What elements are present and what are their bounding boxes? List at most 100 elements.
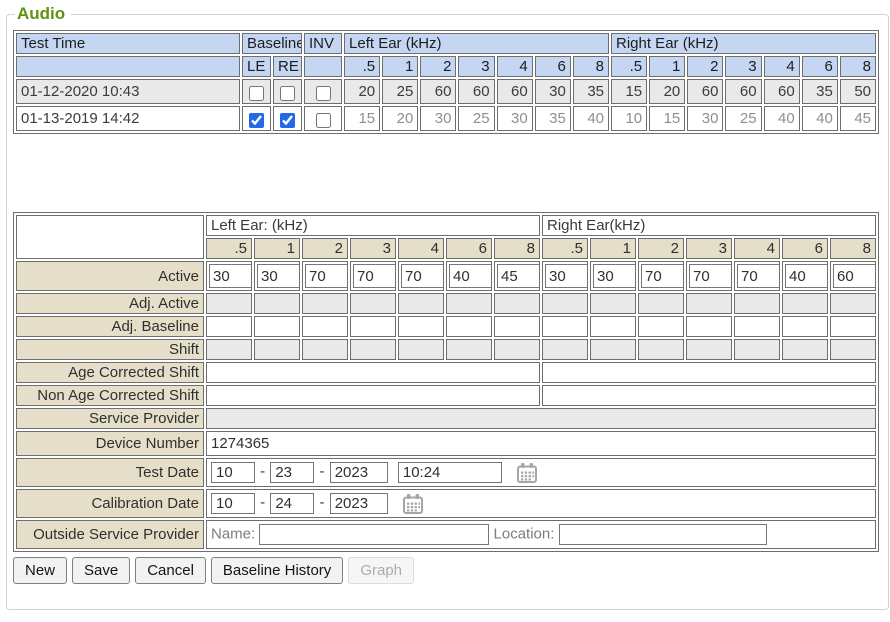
service-provider-label: Service Provider bbox=[16, 408, 204, 429]
col-test-time: Test Time bbox=[16, 33, 240, 54]
threshold-value-cell: 15 bbox=[344, 106, 380, 131]
active-threshold-input[interactable] bbox=[737, 264, 780, 288]
le-baseline-checkbox[interactable] bbox=[249, 113, 264, 128]
adj-baseline-cell bbox=[638, 316, 684, 337]
adj-active-cell bbox=[254, 293, 300, 314]
baseline-history-button[interactable]: Baseline History bbox=[211, 557, 343, 584]
col-le: LE bbox=[242, 56, 271, 77]
active-threshold-input[interactable] bbox=[401, 264, 444, 288]
adj-baseline-cell bbox=[302, 316, 348, 337]
audio-section: Audio Test Time Baseline INV Left Ear (k… bbox=[6, 4, 889, 610]
re-baseline-checkbox[interactable] bbox=[280, 113, 295, 128]
threshold-value-cell: 35 bbox=[535, 106, 571, 131]
active-threshold-input[interactable] bbox=[545, 264, 588, 288]
test-date-year-input[interactable] bbox=[330, 462, 388, 483]
re-baseline-checkbox[interactable] bbox=[280, 86, 295, 101]
calibration-date-day-input[interactable] bbox=[270, 493, 314, 514]
test-history-row[interactable]: 01-12-2020 10:43202560606030351520606060… bbox=[16, 79, 876, 104]
threshold-value-cell: 25 bbox=[458, 106, 494, 131]
calendar-icon[interactable] bbox=[402, 493, 424, 515]
adj-active-cell bbox=[590, 293, 636, 314]
calibration-date-cell: - - bbox=[206, 489, 876, 518]
frequency-header: 4 bbox=[497, 56, 533, 77]
frequency-header: 1 bbox=[382, 56, 418, 77]
inv-checkbox[interactable] bbox=[316, 86, 331, 101]
active-threshold-input[interactable] bbox=[785, 264, 828, 288]
le-baseline-checkbox-cell bbox=[242, 106, 271, 131]
adj-active-cell bbox=[638, 293, 684, 314]
frequency-header: 8 bbox=[573, 56, 609, 77]
le-baseline-checkbox[interactable] bbox=[249, 86, 264, 101]
save-button[interactable]: Save bbox=[72, 557, 130, 584]
device-number-value-cell: 1274365 bbox=[206, 431, 876, 456]
test-time-input[interactable] bbox=[398, 462, 502, 483]
date-separator: - bbox=[260, 494, 265, 511]
adj-baseline-label: Adj. Baseline bbox=[16, 316, 204, 337]
active-threshold-input[interactable] bbox=[353, 264, 396, 288]
corner-cell bbox=[16, 215, 204, 259]
adj-baseline-cell bbox=[446, 316, 492, 337]
frequency-header: 1 bbox=[649, 56, 685, 77]
threshold-value-cell: 40 bbox=[802, 106, 838, 131]
active-threshold-input[interactable] bbox=[641, 264, 684, 288]
frequency-header: 8 bbox=[840, 56, 876, 77]
active-value-cell bbox=[350, 261, 396, 291]
outside-service-provider-row: Outside Service Provider Name: Location: bbox=[16, 520, 876, 549]
active-value-cell bbox=[494, 261, 540, 291]
test-date-label: Test Date bbox=[16, 458, 204, 487]
active-threshold-input[interactable] bbox=[257, 264, 300, 288]
calibration-date-year-input[interactable] bbox=[330, 493, 388, 514]
adj-baseline-cell bbox=[686, 316, 732, 337]
active-threshold-input[interactable] bbox=[305, 264, 348, 288]
device-number-value: 1274365 bbox=[211, 435, 269, 452]
frequency-header: 3 bbox=[350, 238, 396, 259]
shift-cell bbox=[734, 339, 780, 360]
adj-active-cell bbox=[830, 293, 876, 314]
active-threshold-input[interactable] bbox=[593, 264, 636, 288]
test-time-cell[interactable]: 01-12-2020 10:43 bbox=[16, 79, 240, 104]
shift-cell bbox=[398, 339, 444, 360]
active-value-cell bbox=[398, 261, 444, 291]
col-left-ear: Left Ear (kHz) bbox=[344, 33, 609, 54]
re-baseline-checkbox-cell bbox=[273, 79, 302, 104]
active-value-cell bbox=[302, 261, 348, 291]
active-value-cell bbox=[590, 261, 636, 291]
calibration-date-month-input[interactable] bbox=[211, 493, 255, 514]
active-threshold-input[interactable] bbox=[209, 264, 252, 288]
shift-cell bbox=[686, 339, 732, 360]
adj-active-cell bbox=[782, 293, 828, 314]
audiogram-detail-table: Left Ear: (kHz) Right Ear(kHz) .5123468.… bbox=[13, 212, 879, 552]
outside-provider-location-input[interactable] bbox=[559, 524, 767, 545]
inv-checkbox[interactable] bbox=[316, 113, 331, 128]
test-time-cell[interactable]: 01-13-2019 14:42 bbox=[16, 106, 240, 131]
test-date-month-input[interactable] bbox=[211, 462, 255, 483]
active-threshold-input[interactable] bbox=[833, 264, 876, 288]
service-provider-value-cell bbox=[206, 408, 876, 429]
threshold-value-cell: 60 bbox=[420, 79, 456, 104]
outside-provider-name-input[interactable] bbox=[259, 524, 489, 545]
active-threshold-input[interactable] bbox=[689, 264, 732, 288]
adj-active-cell bbox=[206, 293, 252, 314]
threshold-value-cell: 60 bbox=[764, 79, 800, 104]
frequency-header: 3 bbox=[686, 238, 732, 259]
adj-active-cell bbox=[350, 293, 396, 314]
threshold-value-cell: 25 bbox=[725, 106, 761, 131]
calibration-date-label: Calibration Date bbox=[16, 489, 204, 518]
test-date-day-input[interactable] bbox=[270, 462, 314, 483]
calendar-icon[interactable] bbox=[516, 462, 538, 484]
frequency-header: 6 bbox=[802, 56, 838, 77]
active-threshold-input[interactable] bbox=[449, 264, 492, 288]
cancel-button[interactable]: Cancel bbox=[135, 557, 206, 584]
frequency-header: .5 bbox=[344, 56, 380, 77]
test-history-row[interactable]: 01-13-2019 14:42152030253035401015302540… bbox=[16, 106, 876, 131]
new-button[interactable]: New bbox=[13, 557, 67, 584]
adj-baseline-cell bbox=[350, 316, 396, 337]
active-threshold-input[interactable] bbox=[497, 264, 540, 288]
test-date-row: Test Date - - bbox=[16, 458, 876, 487]
adj-baseline-row: Adj. Baseline bbox=[16, 316, 876, 337]
threshold-value-cell: 20 bbox=[382, 106, 418, 131]
adj-active-cell bbox=[446, 293, 492, 314]
threshold-value-cell: 60 bbox=[497, 79, 533, 104]
calibration-date-row: Calibration Date - - bbox=[16, 489, 876, 518]
date-separator: - bbox=[260, 463, 265, 480]
